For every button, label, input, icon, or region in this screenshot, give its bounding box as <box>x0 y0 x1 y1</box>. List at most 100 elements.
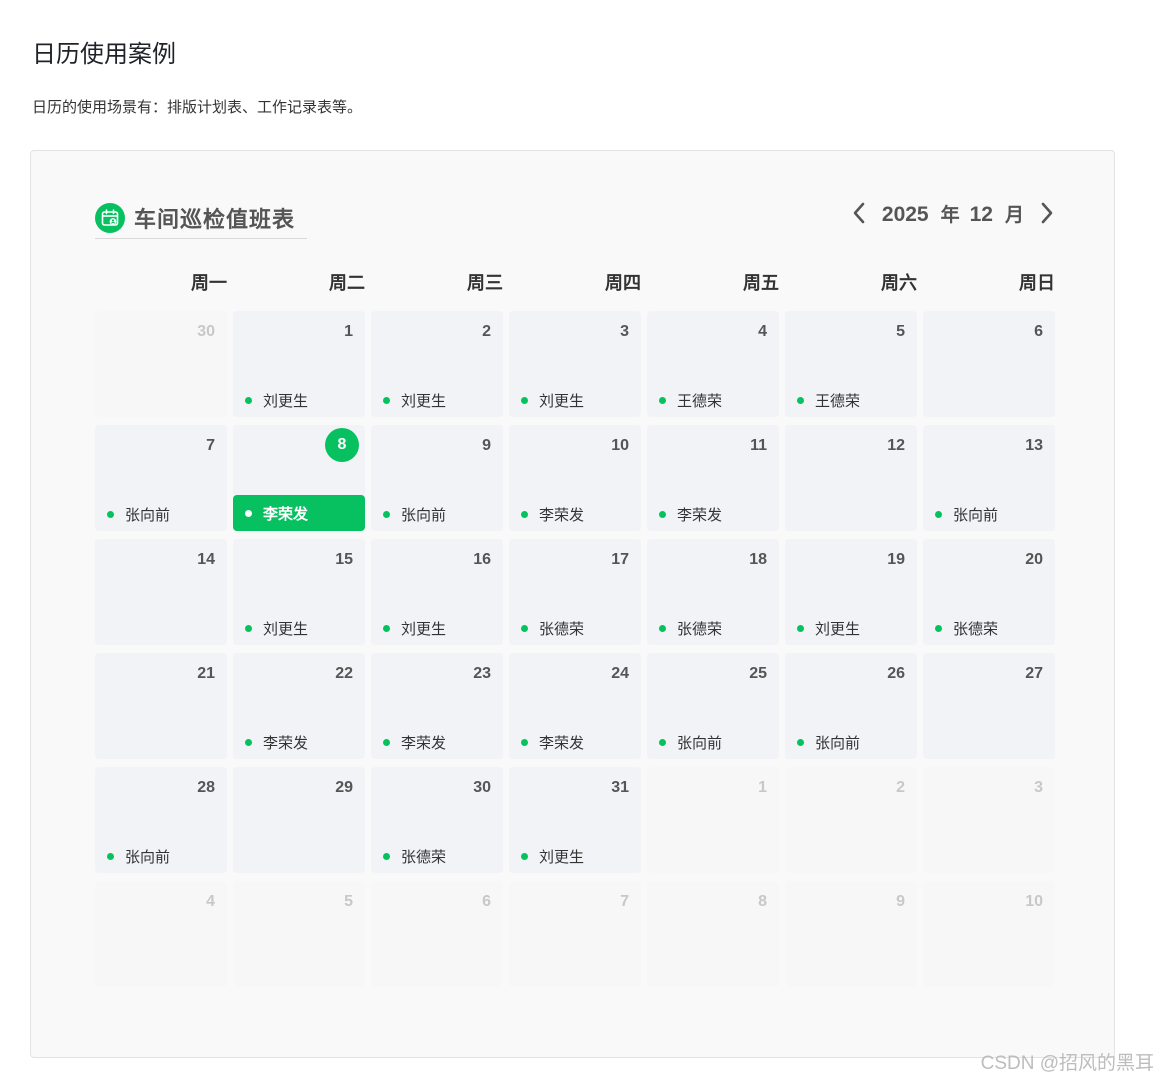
weekday-label: 周一 <box>191 273 227 293</box>
calendar-day-cell[interactable]: 4 王德荣 <box>647 311 779 417</box>
duty-entry[interactable]: 刘更生 <box>797 617 907 639</box>
calendar-day-cell[interactable]: 15 刘更生 <box>233 539 365 645</box>
day-number: 3 <box>620 323 629 340</box>
calendar-day-cell[interactable]: 11 李荣发 <box>647 425 779 531</box>
duty-entry[interactable]: 李荣发 <box>383 731 493 753</box>
calendar-day-cell[interactable]: 14 <box>95 539 227 645</box>
calendar-day-cell-outside[interactable]: 3 <box>923 767 1055 873</box>
day-number: 15 <box>335 551 353 568</box>
day-number: 18 <box>749 551 767 568</box>
calendar-day-cell[interactable]: 24 李荣发 <box>509 653 641 759</box>
watermark: CSDN @招风的黑耳 <box>980 1053 1154 1074</box>
day-number: 30 <box>473 779 491 796</box>
duty-entry[interactable]: 张德荣 <box>383 845 493 867</box>
calendar-day-cell[interactable]: 27 <box>923 653 1055 759</box>
duty-entry[interactable]: 刘更生 <box>245 389 355 411</box>
day-number: 21 <box>197 665 215 682</box>
calendar-day-cell[interactable]: 1 刘更生 <box>233 311 365 417</box>
calendar-day-cell[interactable]: 20 张德荣 <box>923 539 1055 645</box>
duty-entry[interactable]: 李荣发 <box>245 731 355 753</box>
calendar-panel: 车间巡检值班表 2025 年 12 月 周一 周二 周三 周四 周五 周六 周日 30 1 刘更… <box>30 150 1115 1058</box>
calendar-day-cell-outside[interactable]: 7 <box>509 881 641 987</box>
day-number: 24 <box>611 665 629 682</box>
calendar-day-cell[interactable]: 25 张向前 <box>647 653 779 759</box>
page-title: 日历使用案例 <box>32 41 176 68</box>
duty-entry[interactable]: 刘更生 <box>521 389 631 411</box>
calendar-day-cell[interactable]: 16 刘更生 <box>371 539 503 645</box>
day-number: 10 <box>1025 893 1043 910</box>
duty-entry[interactable]: 张德荣 <box>659 617 769 639</box>
duty-entry[interactable]: 张向前 <box>383 503 493 525</box>
calendar-day-cell[interactable]: 23 李荣发 <box>371 653 503 759</box>
duty-person-name: 张向前 <box>125 848 171 866</box>
calendar-day-cell[interactable]: 30 张德荣 <box>371 767 503 873</box>
duty-entry[interactable]: 张向前 <box>797 731 907 753</box>
calendar-day-cell[interactable]: 12 <box>785 425 917 531</box>
calendar-day-cell-outside[interactable]: 8 <box>647 881 779 987</box>
duty-entry[interactable]: 张向前 <box>935 503 1045 525</box>
duty-entry[interactable]: 李荣发 <box>521 731 631 753</box>
status-dot-icon <box>383 852 390 860</box>
day-number: 7 <box>206 437 215 454</box>
duty-entry-selected[interactable]: 李荣发 <box>233 495 365 531</box>
status-dot-icon <box>107 510 114 518</box>
day-number: 7 <box>620 893 629 910</box>
calendar-day-cell-outside[interactable]: 1 <box>647 767 779 873</box>
calendar-day-cell[interactable]: 17 张德荣 <box>509 539 641 645</box>
calendar-day-cell[interactable]: 26 张向前 <box>785 653 917 759</box>
calendar-day-cell-outside[interactable]: 30 <box>95 311 227 417</box>
calendar-day-cell[interactable]: 5 王德荣 <box>785 311 917 417</box>
duty-entry[interactable]: 李荣发 <box>521 503 631 525</box>
prev-month-button[interactable] <box>848 198 870 228</box>
duty-entry[interactable]: 张向前 <box>107 845 217 867</box>
calendar-day-cell[interactable]: 3 刘更生 <box>509 311 641 417</box>
duty-person-name: 李荣发 <box>539 506 585 524</box>
calendar-day-cell[interactable]: 13 张向前 <box>923 425 1055 531</box>
calendar-day-cell[interactable]: 21 <box>95 653 227 759</box>
status-dot-icon <box>521 738 528 746</box>
duty-entry[interactable]: 刘更生 <box>521 845 631 867</box>
day-number: 14 <box>197 551 215 568</box>
status-dot-icon <box>521 852 528 860</box>
calendar-day-cell[interactable]: 18 张德荣 <box>647 539 779 645</box>
duty-entry[interactable]: 王德荣 <box>797 389 907 411</box>
calendar-day-cell-outside[interactable]: 6 <box>371 881 503 987</box>
duty-entry[interactable]: 刘更生 <box>383 389 493 411</box>
calendar-day-cell[interactable]: 22 李荣发 <box>233 653 365 759</box>
duty-person-name: 张向前 <box>953 506 999 524</box>
calendar-day-cell[interactable]: 29 <box>233 767 365 873</box>
status-dot-icon <box>797 624 804 632</box>
calendar-day-cell[interactable]: 8 李荣发 <box>233 425 365 531</box>
day-number: 30 <box>197 323 215 340</box>
calendar-day-cell-outside[interactable]: 10 <box>923 881 1055 987</box>
status-dot-icon <box>521 510 528 518</box>
duty-entry[interactable]: 张德荣 <box>521 617 631 639</box>
duty-entry[interactable]: 张向前 <box>659 731 769 753</box>
day-number: 28 <box>197 779 215 796</box>
calendar-user-icon <box>95 202 125 233</box>
calendar-day-cell[interactable]: 31 刘更生 <box>509 767 641 873</box>
duty-entry[interactable]: 张德荣 <box>935 617 1045 639</box>
duty-entry[interactable]: 王德荣 <box>659 389 769 411</box>
day-number: 9 <box>482 437 491 454</box>
calendar-day-cell[interactable]: 7 张向前 <box>95 425 227 531</box>
calendar-day-cell[interactable]: 28 张向前 <box>95 767 227 873</box>
duty-entry[interactable]: 李荣发 <box>659 503 769 525</box>
calendar-day-cell[interactable]: 10 李荣发 <box>509 425 641 531</box>
calendar-day-cell-outside[interactable]: 2 <box>785 767 917 873</box>
calendar-day-cell-outside[interactable]: 9 <box>785 881 917 987</box>
duty-entry[interactable]: 刘更生 <box>383 617 493 639</box>
status-dot-icon <box>797 738 804 746</box>
calendar-day-cell-outside[interactable]: 4 <box>95 881 227 987</box>
duty-entry[interactable]: 刘更生 <box>245 617 355 639</box>
status-dot-icon <box>659 738 666 746</box>
calendar-day-cell[interactable]: 2 刘更生 <box>371 311 503 417</box>
duty-person-name: 张德荣 <box>677 620 723 638</box>
year-value: 2025 <box>881 202 929 226</box>
duty-entry[interactable]: 张向前 <box>107 503 217 525</box>
calendar-day-cell[interactable]: 6 <box>923 311 1055 417</box>
next-month-button[interactable] <box>1036 198 1058 228</box>
calendar-day-cell[interactable]: 19 刘更生 <box>785 539 917 645</box>
calendar-day-cell-outside[interactable]: 5 <box>233 881 365 987</box>
calendar-day-cell[interactable]: 9 张向前 <box>371 425 503 531</box>
